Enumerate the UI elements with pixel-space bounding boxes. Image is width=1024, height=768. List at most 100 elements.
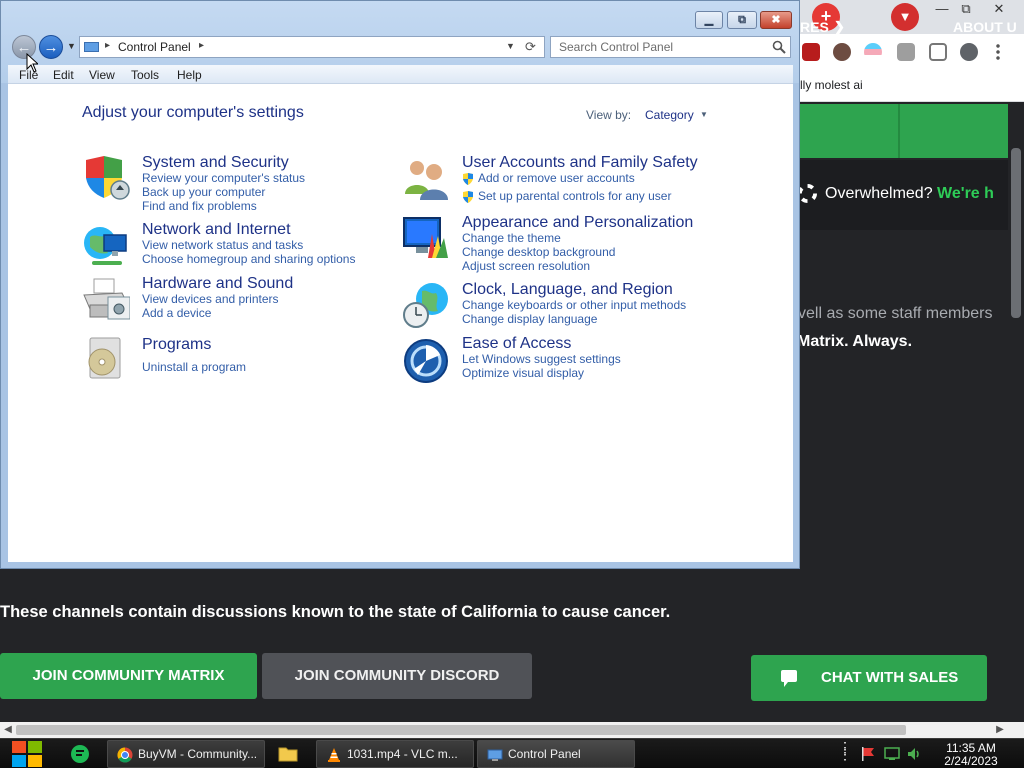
- puzzle-extensions-icon[interactable]: [897, 43, 915, 61]
- view-by-label: View by:: [586, 108, 632, 122]
- category-link[interactable]: Find and fix problems: [142, 199, 257, 213]
- menu-tools[interactable]: Tools: [131, 68, 159, 82]
- volume-icon[interactable]: [906, 746, 922, 762]
- forward-arrow-icon[interactable]: →: [39, 35, 63, 59]
- browser-restore-button[interactable]: ⧉: [952, 0, 980, 18]
- category-link[interactable]: Choose homegroup and sharing options: [142, 252, 355, 266]
- chat-with-sales-button[interactable]: CHAT WITH SALES: [751, 655, 987, 701]
- network-monitor-icon[interactable]: [884, 746, 900, 762]
- category-link[interactable]: Add a device: [142, 306, 211, 320]
- category-link[interactable]: View devices and printers: [142, 292, 279, 306]
- chat-bubble-icon: [781, 670, 797, 687]
- taskbar-item-vlc[interactable]: 1031.mp4 - VLC m...: [316, 740, 474, 768]
- category-link[interactable]: Review your computer's status: [142, 171, 305, 185]
- shield-flag-icon[interactable]: [82, 154, 130, 202]
- bookmark-item[interactable]: lly molest ai: [800, 78, 863, 92]
- category-title[interactable]: Programs: [142, 336, 211, 354]
- category-link[interactable]: Let Windows suggest settings: [462, 352, 621, 366]
- join-matrix-button[interactable]: JOIN COMMUNITY MATRIX: [0, 653, 257, 699]
- breadcrumb-chevron-icon[interactable]: ▸: [105, 40, 110, 51]
- tab-search-button[interactable]: ▼: [891, 3, 919, 31]
- nav-separator: [898, 104, 900, 158]
- chrome-icon: [117, 747, 133, 763]
- close-button[interactable]: ✖: [760, 11, 792, 29]
- start-button-windows-icon[interactable]: [10, 739, 44, 768]
- view-by-dropdown[interactable]: Category: [645, 108, 694, 122]
- category-link[interactable]: Change keyboards or other input methods: [462, 298, 686, 312]
- category-link[interactable]: Set up parental controls for any user: [478, 189, 671, 203]
- monitor-palette-icon[interactable]: [402, 214, 450, 262]
- horizontal-scrollbar-thumb[interactable]: [16, 725, 906, 735]
- recent-pages-chevron-icon[interactable]: ▼: [67, 41, 76, 51]
- taskbar-item-control-panel[interactable]: Control Panel: [477, 740, 635, 768]
- ublock-extension-icon[interactable]: [802, 43, 820, 61]
- banner-text: Overwhelmed? We're h: [825, 185, 994, 203]
- nav-item-features[interactable]: RES: [800, 19, 829, 35]
- category-user-accounts: User Accounts and Family Safety Add or r…: [402, 154, 732, 204]
- category-link[interactable]: Optimize visual display: [462, 366, 584, 380]
- category-hardware-sound: Hardware and Sound View devices and prin…: [82, 275, 372, 325]
- action-center-flag-icon[interactable]: [860, 746, 876, 762]
- pride-extension-icon[interactable]: [864, 43, 882, 61]
- menu-view[interactable]: View: [89, 68, 115, 82]
- site-body-bold-text: Matrix. Always.: [797, 333, 913, 350]
- menu-help[interactable]: Help: [177, 68, 202, 82]
- side-panel-icon[interactable]: [929, 43, 947, 61]
- category-title[interactable]: Appearance and Personalization: [462, 214, 693, 232]
- maximize-button[interactable]: ⧉: [727, 11, 757, 29]
- browser-menu-icon[interactable]: [995, 43, 1001, 61]
- category-title[interactable]: Clock, Language, and Region: [462, 281, 673, 299]
- search-icon[interactable]: [772, 40, 786, 54]
- category-title[interactable]: Hardware and Sound: [142, 275, 293, 293]
- menu-edit[interactable]: Edit: [53, 68, 74, 82]
- category-title[interactable]: Ease of Access: [462, 335, 571, 353]
- tray-overflow-icon[interactable]: ⋮ ⋮: [838, 740, 852, 761]
- nav-item-about[interactable]: ABOUT U: [953, 19, 1017, 35]
- search-box[interactable]: [550, 36, 791, 58]
- nav-dropdown-chevron-icon[interactable]: ❯: [834, 19, 845, 35]
- users-icon[interactable]: [402, 154, 450, 202]
- breadcrumb-control-panel[interactable]: Control Panel: [118, 40, 191, 54]
- address-dropdown-icon[interactable]: ▼: [506, 41, 515, 51]
- programs-disc-icon[interactable]: [82, 336, 130, 384]
- category-title[interactable]: System and Security: [142, 154, 289, 172]
- clock-time[interactable]: 11:35 AM: [936, 741, 1006, 755]
- scroll-left-arrow-icon[interactable]: ◀: [0, 722, 16, 738]
- printer-icon[interactable]: [82, 275, 130, 323]
- category-title[interactable]: User Accounts and Family Safety: [462, 154, 698, 172]
- taskbar-item-browser[interactable]: BuyVM - Community...: [107, 740, 265, 768]
- category-link[interactable]: Change display language: [462, 312, 597, 326]
- category-title[interactable]: Network and Internet: [142, 221, 291, 239]
- profile-icon[interactable]: [960, 43, 978, 61]
- clock-date[interactable]: 2/24/2023: [936, 754, 1006, 768]
- globe-network-icon[interactable]: [82, 221, 130, 269]
- breadcrumb-chevron-icon[interactable]: ▸: [199, 40, 204, 51]
- green-app-pinned-icon[interactable]: [68, 742, 92, 766]
- scroll-right-arrow-icon[interactable]: ▶: [992, 722, 1008, 738]
- category-link[interactable]: Back up your computer: [142, 185, 265, 199]
- category-link[interactable]: Change the theme: [462, 231, 561, 245]
- category-link[interactable]: Change desktop background: [462, 245, 615, 259]
- category-link[interactable]: Add or remove user accounts: [478, 171, 635, 185]
- clock-globe-icon[interactable]: [402, 281, 450, 329]
- site-body-text: vell as some staff members: [798, 305, 993, 322]
- page-scrollbar-thumb[interactable]: [1011, 148, 1021, 318]
- banner-text-green[interactable]: We're h: [937, 185, 994, 202]
- vlc-icon: [328, 748, 340, 762]
- join-discord-button[interactable]: JOIN COMMUNITY DISCORD: [262, 653, 532, 699]
- browser-close-button[interactable]: ✕: [985, 0, 1013, 18]
- category-link[interactable]: Uninstall a program: [142, 360, 246, 374]
- address-bar[interactable]: ▸ Control Panel ▸ ▼ ⟳: [79, 36, 545, 58]
- refresh-icon[interactable]: ⟳: [525, 39, 536, 55]
- minimize-button[interactable]: ▁: [695, 11, 723, 29]
- category-link[interactable]: View network status and tasks: [142, 238, 303, 252]
- category-link[interactable]: Adjust screen resolution: [462, 259, 590, 273]
- ease-of-access-icon[interactable]: [402, 335, 450, 383]
- file-explorer-icon[interactable]: [276, 742, 300, 766]
- lifebuoy-icon: [798, 184, 817, 203]
- view-by-chevron-down-icon[interactable]: ▼: [700, 110, 708, 119]
- avatar-extension-icon[interactable]: [833, 43, 851, 61]
- site-nav-bar: [800, 104, 1008, 158]
- search-input[interactable]: [551, 37, 761, 57]
- maximize-icon: ⧉: [738, 14, 746, 26]
